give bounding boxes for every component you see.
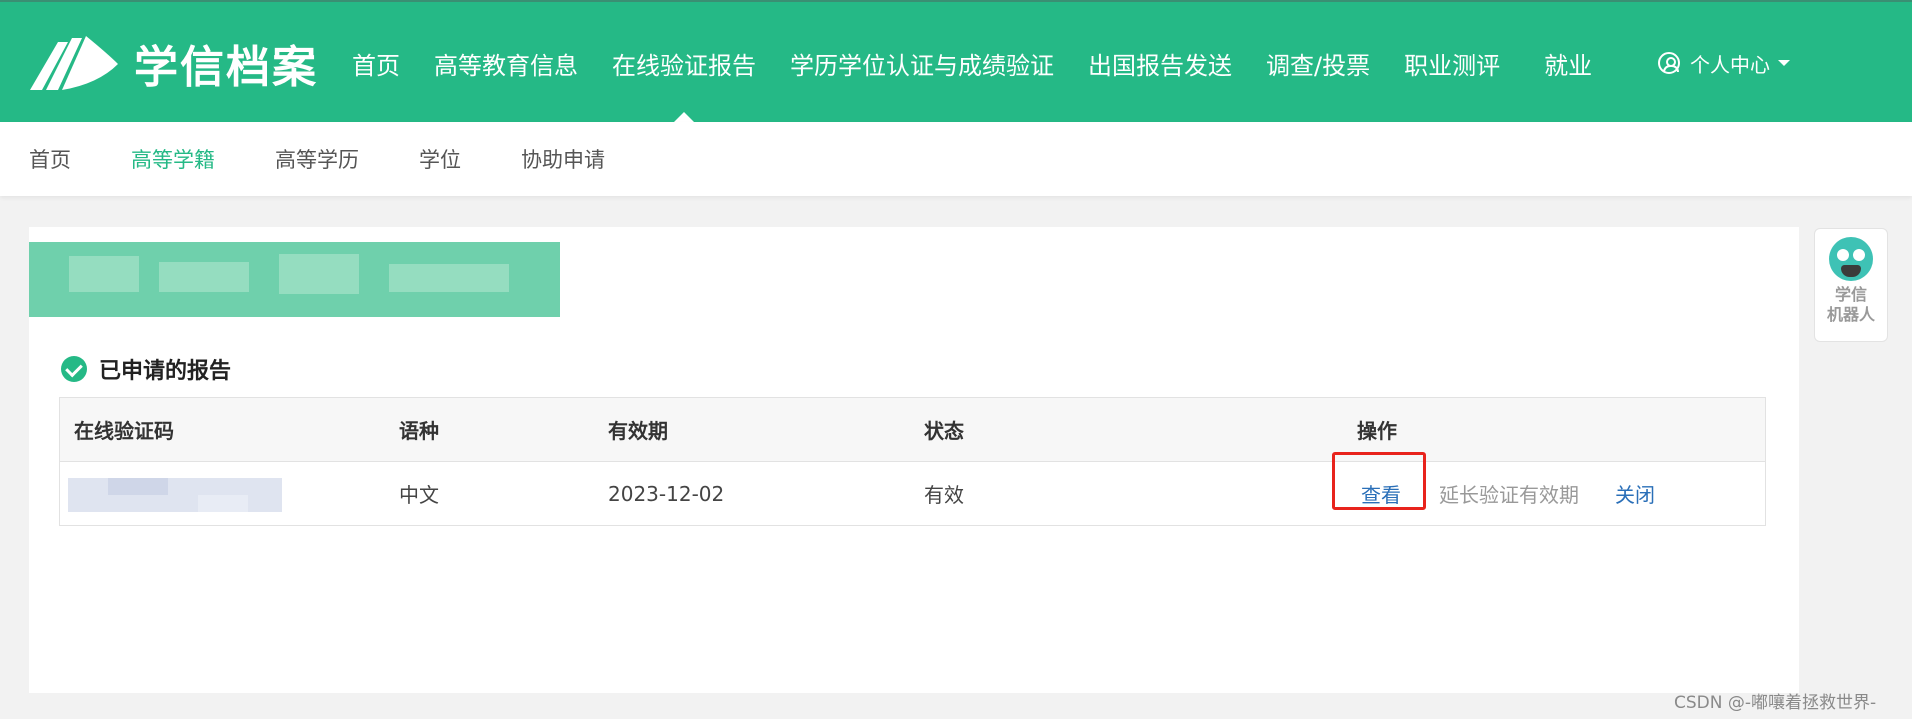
robot-avatar-icon — [1829, 237, 1873, 281]
cell-status: 有效 — [924, 483, 964, 507]
nav-higher-education[interactable]: 高等教育信息 — [434, 2, 578, 124]
red-highlight-box — [1332, 452, 1426, 510]
xuexin-robot-widget[interactable]: 学信 机器人 — [1814, 228, 1888, 342]
top-header: 学信档案 首页 高等教育信息 在线验证报告 学历学位认证与成绩验证 出国报告发送… — [0, 0, 1912, 122]
logo-text: 学信档案 — [134, 42, 318, 93]
subnav-higher-enrollment[interactable]: 高等学籍 — [131, 144, 215, 174]
nav-degree-certification[interactable]: 学历学位认证与成绩验证 — [790, 2, 1054, 124]
nav-employment[interactable]: 就业 — [1544, 2, 1592, 124]
row-actions: 查看 延长验证有效期 关闭 — [1332, 452, 1655, 525]
subnav-higher-degree[interactable]: 高等学历 — [275, 144, 359, 174]
subnav-home[interactable]: 首页 — [29, 144, 71, 174]
col-header-actions: 操作 — [1357, 419, 1397, 443]
logo[interactable]: 学信档案 — [28, 32, 328, 94]
blurred-verification-code — [68, 478, 282, 512]
nav-career-test[interactable]: 职业测评 — [1404, 2, 1500, 124]
cell-expiry: 2023-12-02 — [608, 481, 725, 506]
close-link[interactable]: 关闭 — [1615, 479, 1655, 508]
reports-card: 已申请的报告 在线验证码 语种 有效期 状态 操作 中文 2023-12-02 … — [29, 227, 1799, 693]
caret-down-icon — [1778, 60, 1790, 66]
cell-language: 中文 — [399, 483, 439, 507]
user-center-label: 个人中心 — [1690, 52, 1770, 77]
col-header-code: 在线验证码 — [74, 419, 174, 443]
col-header-expiry: 有效期 — [608, 419, 668, 443]
view-link[interactable]: 查看 — [1332, 452, 1426, 510]
book-logo-icon — [30, 36, 118, 90]
section-title: 已申请的报告 — [61, 353, 231, 385]
reports-table: 在线验证码 语种 有效期 状态 操作 中文 2023-12-02 有效 查看 延… — [59, 397, 1766, 526]
robot-label: 学信 机器人 — [1826, 285, 1875, 324]
user-center-menu[interactable]: 个人中心 — [1658, 2, 1790, 124]
section-title-text: 已申请的报告 — [99, 359, 232, 384]
watermark: CSDN @-嘟嚷着拯救世界- — [1674, 693, 1877, 713]
col-header-status: 状态 — [924, 419, 964, 443]
subnav-assist-apply[interactable]: 协助申请 — [521, 144, 605, 174]
sub-nav: 首页 高等学籍 高等学历 学位 协助申请 — [0, 122, 1912, 196]
nav-home[interactable]: 首页 — [352, 2, 400, 124]
subnav-academic-degree[interactable]: 学位 — [419, 144, 461, 174]
nav-survey-vote[interactable]: 调查/投票 — [1266, 2, 1370, 124]
check-circle-icon — [61, 356, 87, 382]
extend-validity-link[interactable]: 延长验证有效期 — [1439, 479, 1579, 508]
main-nav: 首页 高等教育信息 在线验证报告 学历学位认证与成绩验证 出国报告发送 调查/投… — [352, 2, 1626, 124]
user-icon — [1658, 52, 1680, 74]
table-header: 在线验证码 语种 有效期 状态 操作 — [60, 398, 1765, 462]
table-row: 中文 2023-12-02 有效 查看 延长验证有效期 关闭 — [60, 452, 1765, 525]
nav-online-verification[interactable]: 在线验证报告 — [612, 2, 756, 124]
col-header-language: 语种 — [399, 419, 439, 443]
nav-overseas-report[interactable]: 出国报告发送 — [1088, 2, 1232, 124]
blurred-banner — [29, 242, 560, 317]
